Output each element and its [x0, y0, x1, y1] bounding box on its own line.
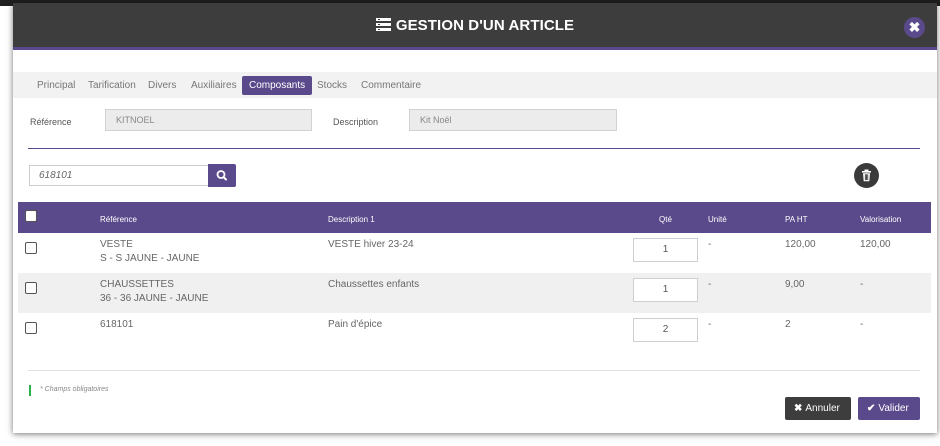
reference-label: Référence	[30, 117, 72, 127]
row-description: Chaussettes enfants	[328, 279, 420, 290]
tab-auxiliaires[interactable]: Auxiliaires	[184, 76, 244, 95]
modal-title-text: GESTION D'UN ARTICLE	[395, 17, 575, 34]
row-unit: -	[708, 279, 712, 290]
tab-composants[interactable]: Composants	[242, 76, 313, 95]
tab-tarification[interactable]: Tarification	[81, 76, 143, 95]
table-header: Référence Description 1 Qté Unité PA HT …	[18, 202, 931, 233]
row-checkbox[interactable]	[25, 282, 37, 294]
section-divider	[28, 148, 920, 149]
row-reference: 618101	[100, 318, 133, 332]
tabs-bar: Principal Tarification Divers Auxiliaire…	[13, 72, 937, 98]
table-row[interactable]: 618101 Pain d'épice 2 - 2 -	[18, 313, 931, 353]
qty-input[interactable]: 2	[633, 318, 698, 342]
row-unit: -	[708, 319, 712, 330]
tab-stocks[interactable]: Stocks	[310, 76, 354, 95]
validate-button[interactable]: ✔ Valider	[858, 397, 920, 420]
col-unit[interactable]: Unité	[708, 215, 727, 224]
trash-icon	[862, 169, 871, 182]
modal-header: GESTION D'UN ARTICLE ✖	[13, 3, 937, 50]
row-reference: VESTE S - S JAUNE - JAUNE	[100, 238, 199, 266]
validate-label: Valider	[878, 403, 909, 414]
modal-title: GESTION D'UN ARTICLE	[13, 17, 937, 34]
row-reference-code: 618101	[100, 319, 134, 330]
list-icon	[375, 18, 391, 31]
row-valorisation: -	[860, 319, 864, 330]
qty-input[interactable]: 1	[633, 278, 698, 302]
row-checkbox[interactable]	[25, 242, 37, 254]
row-pa-ht: 2	[785, 319, 791, 330]
row-unit: -	[708, 239, 712, 250]
close-icon: ✖	[908, 19, 921, 35]
row-reference-variant: 36 - 36 JAUNE - JAUNE	[100, 293, 209, 304]
tab-principal[interactable]: Principal	[30, 76, 82, 95]
row-reference-code: CHAUSSETTES	[100, 279, 174, 290]
row-valorisation: 120,00	[860, 239, 891, 250]
search-input[interactable]: 618101	[29, 165, 209, 186]
row-reference-code: VESTE	[100, 239, 133, 250]
search-button[interactable]	[208, 164, 236, 187]
close-button[interactable]: ✖	[904, 17, 925, 38]
row-reference-variant: S - S JAUNE - JAUNE	[100, 253, 200, 264]
col-reference[interactable]: Référence	[100, 215, 137, 224]
row-checkbox[interactable]	[25, 322, 37, 334]
row-valorisation: -	[860, 279, 864, 290]
row-description: Pain d'épice	[328, 319, 383, 330]
col-valorisation[interactable]: Valorisation	[860, 215, 901, 224]
select-all-checkbox[interactable]	[25, 210, 37, 222]
row-pa-ht: 9,00	[785, 279, 805, 290]
row-description: VESTE hiver 23-24	[328, 239, 414, 250]
required-note: * Champs obligatoires	[40, 386, 109, 393]
cancel-button[interactable]: ✖ Annuler	[785, 397, 851, 420]
footer-divider	[28, 370, 920, 371]
table-row[interactable]: CHAUSSETTES 36 - 36 JAUNE - JAUNE Chauss…	[18, 273, 931, 313]
row-reference: CHAUSSETTES 36 - 36 JAUNE - JAUNE	[100, 278, 208, 306]
tab-commentaire[interactable]: Commentaire	[354, 76, 428, 95]
check-icon: ✔	[867, 403, 876, 414]
table-row[interactable]: VESTE S - S JAUNE - JAUNE VESTE hiver 23…	[18, 233, 931, 273]
close-icon: ✖	[794, 403, 803, 414]
tab-divers[interactable]: Divers	[141, 76, 183, 95]
col-qty[interactable]: Qté	[659, 215, 672, 224]
col-description[interactable]: Description 1	[328, 215, 375, 224]
reference-field[interactable]: KITNOEL	[105, 109, 312, 131]
article-modal: GESTION D'UN ARTICLE ✖ Principal Tarific…	[13, 3, 937, 433]
row-pa-ht: 120,00	[785, 239, 816, 250]
cancel-label: Annuler	[805, 403, 840, 414]
description-field[interactable]: Kit Noël	[409, 109, 617, 131]
required-marker	[29, 385, 31, 396]
delete-button[interactable]	[854, 163, 879, 188]
col-pa-ht[interactable]: PA HT	[785, 215, 808, 224]
search-icon	[216, 170, 227, 181]
description-label: Description	[333, 117, 379, 127]
qty-input[interactable]: 1	[633, 238, 698, 262]
